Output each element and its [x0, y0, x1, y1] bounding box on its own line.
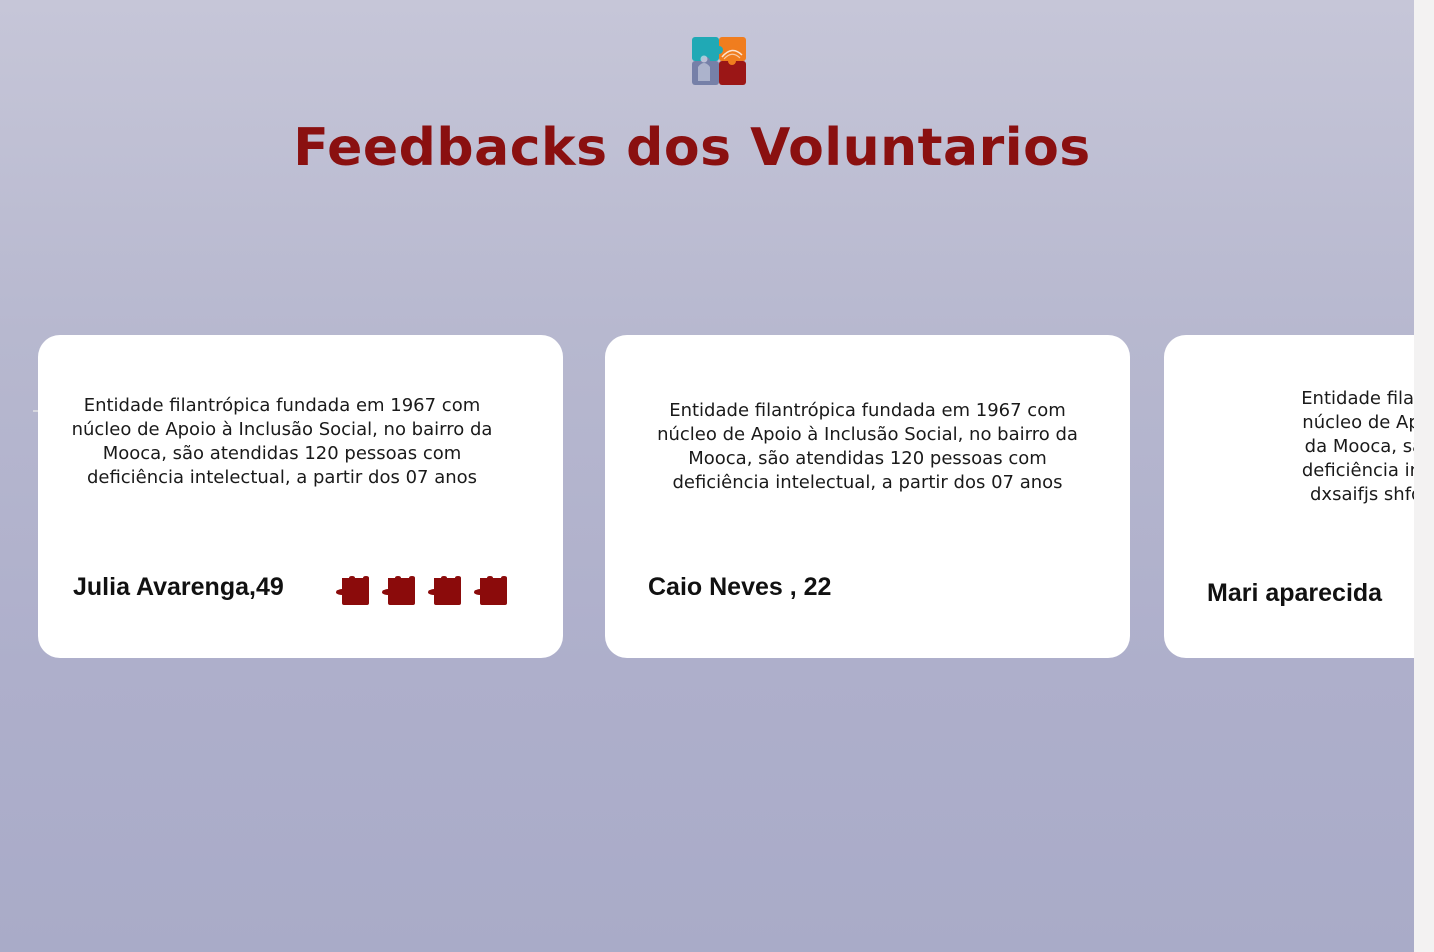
testimonial-card: Entidade filantrópica fun núcleo de Apoi…	[1164, 335, 1414, 658]
testimonial-text: Entidade filantrópica fundada em 1967 co…	[657, 400, 1078, 493]
puzzle-people-logo-icon	[692, 37, 746, 85]
puzzle-piece-icon	[336, 576, 369, 605]
testimonial-author: Julia Avarenga,49	[73, 573, 284, 601]
puzzle-piece-icon	[382, 576, 415, 605]
scrollbar-track[interactable]	[1414, 0, 1434, 952]
page-title: Feedbacks dos Voluntarios	[293, 118, 1091, 178]
puzzle-piece-icon	[474, 576, 507, 605]
testimonial-text-line: núcleo de Apoio à Inclus	[1302, 412, 1414, 433]
testimonial-text: Entidade filantrópica fun núcleo de Apoi…	[1196, 387, 1414, 507]
puzzle-rating	[336, 576, 510, 605]
testimonial-text-line: dxsaifjs shfdsujmsoakf	[1310, 484, 1414, 505]
testimonial-text: Entidade filantrópica fundada em 1967 co…	[71, 395, 493, 488]
page-background: Feedbacks dos Voluntarios Entidade filan…	[0, 0, 1414, 952]
testimonial-author: Mari aparecida	[1207, 579, 1383, 607]
testimonial-author: Caio Neves , 22	[648, 573, 832, 601]
testimonial-card: Entidade filantrópica fundada em 1967 co…	[38, 335, 563, 658]
testimonial-text-line: da Mooca, são atendida	[1304, 436, 1414, 457]
puzzle-piece-icon	[428, 576, 461, 605]
testimonial-text-line: deficiência intelectual, a	[1301, 460, 1414, 481]
testimonial-card: Entidade filantrópica fundada em 1967 co…	[605, 335, 1130, 658]
testimonial-text-line: Entidade filantrópica fun	[1301, 388, 1414, 409]
